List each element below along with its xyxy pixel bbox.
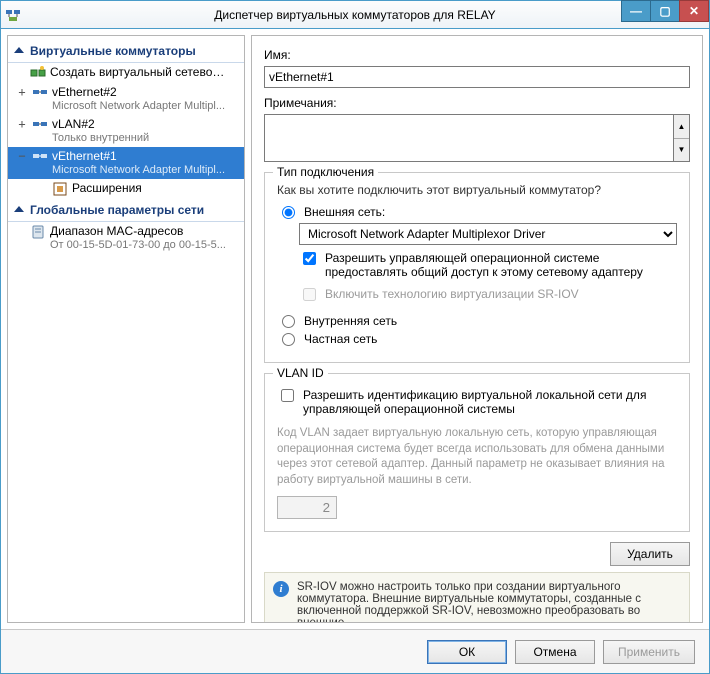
connection-type-legend: Тип подключения <box>273 165 378 179</box>
tree-label: Расширения <box>72 181 142 195</box>
switch-icon <box>32 117 48 133</box>
tree-create-label: Создать виртуальный сетевой к... <box>50 65 230 79</box>
notes-scroll-up[interactable]: ▲ <box>674 115 689 139</box>
radio-internal-label: Внутренняя сеть <box>304 314 397 328</box>
tree-sublabel: Microsoft Network Adapter Multipl... <box>52 99 225 113</box>
expander-icon[interactable]: − <box>16 149 28 163</box>
switch-icon <box>32 149 48 165</box>
radio-internal-input[interactable] <box>282 315 295 328</box>
radio-external-label: Внешняя сеть: <box>304 205 385 219</box>
connection-question: Как вы хотите подключить этот виртуальны… <box>277 183 677 197</box>
sriov-info-text: SR-IOV можно настроить только при создан… <box>297 581 681 623</box>
check-sriov-input <box>303 288 316 301</box>
info-icon: i <box>273 581 289 597</box>
tree-item-extensions[interactable]: Расширения <box>8 179 244 199</box>
window-title: Диспетчер виртуальных коммутаторов для R… <box>1 8 709 22</box>
close-button[interactable]: ✕ <box>679 0 709 22</box>
properties-panel: Имя: Примечания: ▲ ▼ Тип подключения Как… <box>251 35 703 623</box>
name-input[interactable] <box>264 66 690 88</box>
check-allow-mgmt[interactable]: Разрешить управляющей операционной систе… <box>299 251 677 279</box>
tree-item-mac-range[interactable]: Диапазон MAC-адресов От 00-15-5D-01-73-0… <box>8 222 244 254</box>
delete-button[interactable]: Удалить <box>610 542 690 566</box>
new-switch-icon <box>30 65 46 81</box>
tree-item-vethernet2[interactable]: + vEthernet#2 Microsoft Network Adapter … <box>8 83 244 115</box>
check-vlan-enable[interactable]: Разрешить идентификацию виртуальной лока… <box>277 388 677 416</box>
section-virtual-switches: Виртуальные коммутаторы <box>8 40 244 63</box>
connection-type-group: Тип подключения Как вы хотите подключить… <box>264 172 690 363</box>
apply-button[interactable]: Применить <box>603 640 695 664</box>
radio-internal[interactable]: Внутренняя сеть <box>277 314 677 328</box>
tree-label: Диапазон MAC-адресов <box>50 224 226 238</box>
minimize-button[interactable]: — <box>621 0 651 22</box>
name-label: Имя: <box>264 48 690 62</box>
vlan-id-input <box>277 496 337 519</box>
tree-item-vethernet1[interactable]: − vEthernet#1 Microsoft Network Adapter … <box>8 147 244 179</box>
check-sriov: Включить технологию виртуализации SR-IOV <box>299 287 677 304</box>
check-vlan-input[interactable] <box>281 389 294 402</box>
tree-sublabel: Только внутренний <box>52 131 149 145</box>
notes-scroll-down[interactable]: ▼ <box>674 139 689 162</box>
notes-input[interactable] <box>265 115 673 161</box>
titlebar: Диспетчер виртуальных коммутаторов для R… <box>1 1 709 29</box>
mac-icon <box>30 224 46 240</box>
app-icon <box>5 7 21 23</box>
tree-sublabel: От 00-15-5D-01-73-00 до 00-15-5... <box>50 238 226 252</box>
radio-external-input[interactable] <box>282 206 295 219</box>
window: Диспетчер виртуальных коммутаторов для R… <box>0 0 710 674</box>
section-global-network: Глобальные параметры сети <box>8 199 244 222</box>
expander-icon[interactable]: + <box>16 85 28 99</box>
radio-external[interactable]: Внешняя сеть: <box>277 205 677 219</box>
dialog-footer: ОК Отмена Применить <box>1 629 709 673</box>
vlan-group: VLAN ID Разрешить идентификацию виртуаль… <box>264 373 690 532</box>
radio-private-label: Частная сеть <box>304 332 377 346</box>
check-allow-mgmt-input[interactable] <box>303 252 316 265</box>
tree-sublabel: Microsoft Network Adapter Multipl... <box>52 163 225 177</box>
check-vlan-label: Разрешить идентификацию виртуальной лока… <box>303 388 677 416</box>
vlan-help: Код VLAN задает виртуальную локальную се… <box>277 426 677 488</box>
tree-item-vlan2[interactable]: + vLAN#2 Только внутренний <box>8 115 244 147</box>
check-sriov-label: Включить технологию виртуализации SR-IOV <box>325 287 579 301</box>
cancel-button[interactable]: Отмена <box>515 640 595 664</box>
expander-icon[interactable]: + <box>16 117 28 131</box>
radio-private[interactable]: Частная сеть <box>277 332 677 346</box>
tree-label: vEthernet#1 <box>52 149 225 163</box>
tree-create-switch[interactable]: Создать виртуальный сетевой к... <box>8 63 244 83</box>
extension-icon <box>52 181 68 197</box>
adapter-combo[interactable]: Microsoft Network Adapter Multiplexor Dr… <box>299 223 677 245</box>
notes-label: Примечания: <box>264 96 690 110</box>
tree-label: vEthernet#2 <box>52 85 225 99</box>
radio-private-input[interactable] <box>282 333 295 346</box>
vlan-legend: VLAN ID <box>273 366 328 380</box>
sriov-info-box: i SR-IOV можно настроить только при созд… <box>264 572 690 623</box>
left-tree: Виртуальные коммутаторы Создать виртуаль… <box>7 35 245 623</box>
maximize-button[interactable]: ▢ <box>650 0 680 22</box>
notes-wrap: ▲ ▼ <box>264 114 690 162</box>
check-allow-mgmt-label: Разрешить управляющей операционной систе… <box>325 251 677 279</box>
ok-button[interactable]: ОК <box>427 640 507 664</box>
switch-icon <box>32 85 48 101</box>
tree-label: vLAN#2 <box>52 117 149 131</box>
